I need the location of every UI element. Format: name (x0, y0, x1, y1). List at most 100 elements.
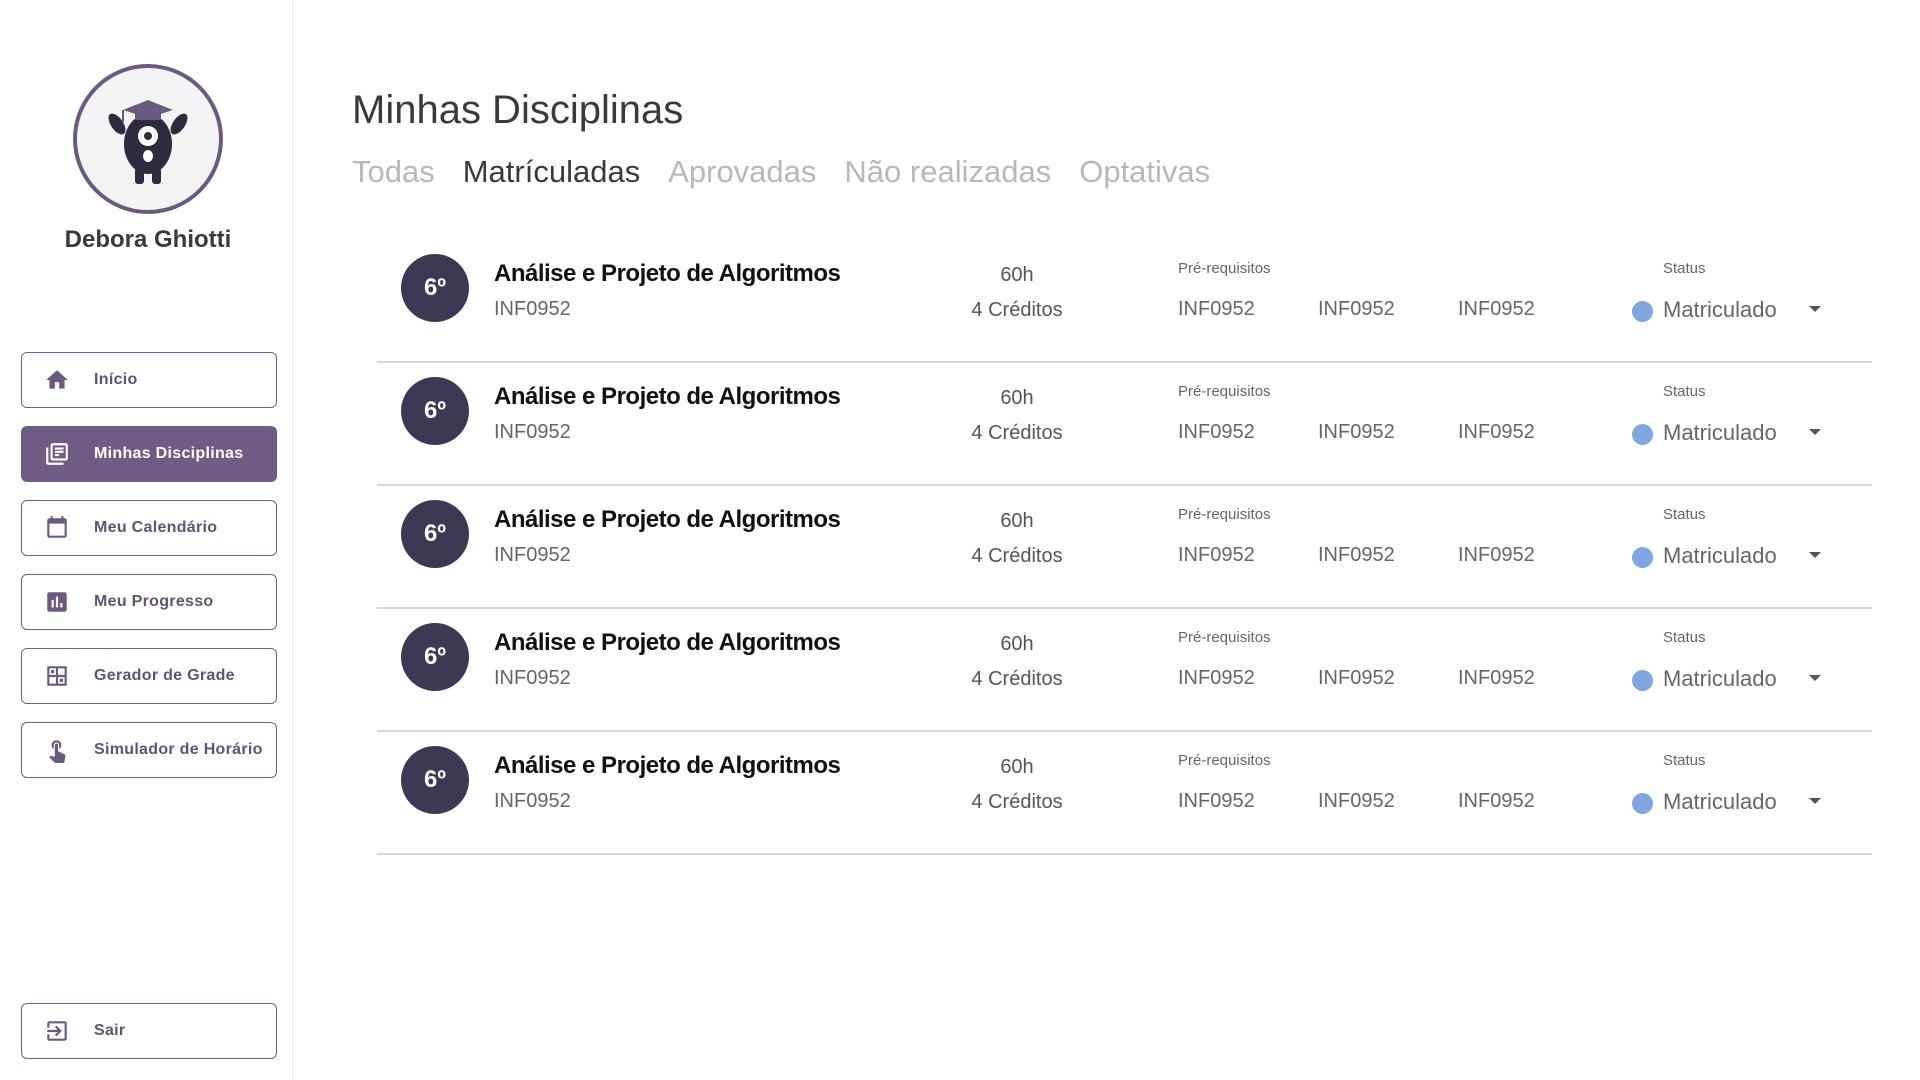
course-row[interactable]: 6º Análise e Projeto de Algoritmos INF09… (377, 363, 1872, 486)
prereq-label: Pré-requisitos (1178, 506, 1271, 523)
nav-label: Minhas Disciplinas (94, 445, 244, 462)
course-hours: 60h (1000, 510, 1034, 532)
course-credits: 4 Créditos (971, 422, 1063, 444)
tab-nao-realizadas[interactable]: Não realizadas (844, 154, 1051, 190)
status-value: Matriculado (1663, 789, 1777, 814)
chevron-down-icon[interactable] (1805, 794, 1825, 808)
course-code: INF0952 (494, 421, 571, 443)
course-name: Análise e Projeto de Algoritmos (494, 506, 841, 533)
prereq-code: INF0952 (1318, 544, 1395, 566)
prereq-code: INF0952 (1318, 421, 1395, 443)
course-hours: 60h (1000, 756, 1034, 778)
course-name: Análise e Projeto de Algoritmos (494, 260, 841, 287)
tab-todas[interactable]: Todas (352, 154, 435, 190)
status-value: Matriculado (1663, 420, 1777, 445)
prereq-code: INF0952 (1318, 298, 1395, 320)
course-row[interactable]: 6º Análise e Projeto de Algoritmos INF09… (377, 609, 1872, 732)
course-hours: 60h (1000, 633, 1034, 655)
status-label: Status (1663, 383, 1706, 400)
tab-matriculadas[interactable]: Matrículadas (463, 154, 640, 190)
semester-badge: 6º (401, 500, 469, 568)
prereq-label: Pré-requisitos (1178, 752, 1271, 769)
course-list: 6º Análise e Projeto de Algoritmos INF09… (377, 240, 1872, 855)
nav-label: Meu Progresso (94, 593, 214, 610)
calendar-icon (44, 515, 70, 541)
nav-gerador-de-grade-button[interactable]: Gerador de Grade (21, 648, 277, 704)
filter-tabs: Todas Matrículadas Aprovadas Não realiza… (352, 154, 1238, 190)
prereq-code: INF0952 (1178, 667, 1255, 689)
prereq-code: INF0952 (1458, 667, 1535, 689)
nav-label: Meu Calendário (94, 519, 218, 536)
logout-icon (44, 1018, 70, 1044)
course-credits: 4 Créditos (971, 545, 1063, 567)
course-credits: 4 Créditos (971, 299, 1063, 321)
course-code: INF0952 (494, 544, 571, 566)
bar-chart-icon (44, 589, 70, 615)
nav-label: Gerador de Grade (94, 667, 235, 684)
semester-badge: 6º (401, 746, 469, 814)
course-credits: 4 Créditos (971, 668, 1063, 690)
prereq-code: INF0952 (1178, 790, 1255, 812)
logout-label: Sair (94, 1022, 126, 1039)
logout-button[interactable]: Sair (21, 1003, 277, 1059)
prereq-code: INF0952 (1178, 298, 1255, 320)
prereq-label: Pré-requisitos (1178, 260, 1271, 277)
nav-meu-progresso-button[interactable]: Meu Progresso (21, 574, 277, 630)
prereq-code: INF0952 (1458, 790, 1535, 812)
semester-badge: 6º (401, 623, 469, 691)
status-value: Matriculado (1663, 666, 1777, 691)
status-dot (1632, 547, 1653, 568)
course-name: Análise e Projeto de Algoritmos (494, 629, 841, 656)
prereq-label: Pré-requisitos (1178, 629, 1271, 646)
status-label: Status (1663, 752, 1706, 769)
course-name: Análise e Projeto de Algoritmos (494, 383, 841, 410)
status-dot (1632, 424, 1653, 445)
page-title: Minhas Disciplinas (352, 88, 684, 132)
prereq-label: Pré-requisitos (1178, 383, 1271, 400)
prereq-code: INF0952 (1178, 421, 1255, 443)
user-name: Debora Ghiotti (64, 226, 232, 253)
status-dot (1632, 670, 1653, 691)
tab-aprovadas[interactable]: Aprovadas (668, 154, 816, 190)
library-books-icon (44, 441, 70, 467)
prereq-code: INF0952 (1458, 421, 1535, 443)
status-value: Matriculado (1663, 297, 1777, 322)
nav-label: Simulador de Horário (94, 741, 263, 758)
chevron-down-icon[interactable] (1805, 671, 1825, 685)
avatar[interactable] (73, 64, 223, 214)
nav-minhas-disciplinas-button[interactable]: Minhas Disciplinas (21, 426, 277, 482)
semester-badge: 6º (401, 377, 469, 445)
prereq-code: INF0952 (1318, 667, 1395, 689)
status-dot (1632, 301, 1653, 322)
sidebar: Debora Ghiotti Início Minhas Disciplinas… (0, 0, 293, 1080)
nav-label: Início (94, 371, 138, 388)
mascot-icon (108, 100, 188, 184)
course-code: INF0952 (494, 298, 571, 320)
status-label: Status (1663, 260, 1706, 277)
course-hours: 60h (1000, 264, 1034, 286)
status-dot (1632, 793, 1653, 814)
course-row[interactable]: 6º Análise e Projeto de Algoritmos INF09… (377, 732, 1872, 855)
semester-badge: 6º (401, 254, 469, 322)
prereq-code: INF0952 (1318, 790, 1395, 812)
course-code: INF0952 (494, 790, 571, 812)
course-code: INF0952 (494, 667, 571, 689)
tab-optativas[interactable]: Optativas (1079, 154, 1210, 190)
chevron-down-icon[interactable] (1805, 548, 1825, 562)
home-icon (44, 367, 70, 393)
chevron-down-icon[interactable] (1805, 302, 1825, 316)
status-label: Status (1663, 629, 1706, 646)
nav-inicio-button[interactable]: Início (21, 352, 277, 408)
prereq-code: INF0952 (1178, 544, 1255, 566)
prereq-code: INF0952 (1458, 298, 1535, 320)
course-name: Análise e Projeto de Algoritmos (494, 752, 841, 779)
course-credits: 4 Créditos (971, 791, 1063, 813)
grid-icon (44, 663, 70, 689)
course-row[interactable]: 6º Análise e Projeto de Algoritmos INF09… (377, 240, 1872, 363)
chevron-down-icon[interactable] (1805, 425, 1825, 439)
touch-icon (44, 737, 70, 763)
nav-meu-calendario-button[interactable]: Meu Calendário (21, 500, 277, 556)
status-label: Status (1663, 506, 1706, 523)
course-row[interactable]: 6º Análise e Projeto de Algoritmos INF09… (377, 486, 1872, 609)
nav-simulador-de-horario-button[interactable]: Simulador de Horário (21, 722, 277, 778)
